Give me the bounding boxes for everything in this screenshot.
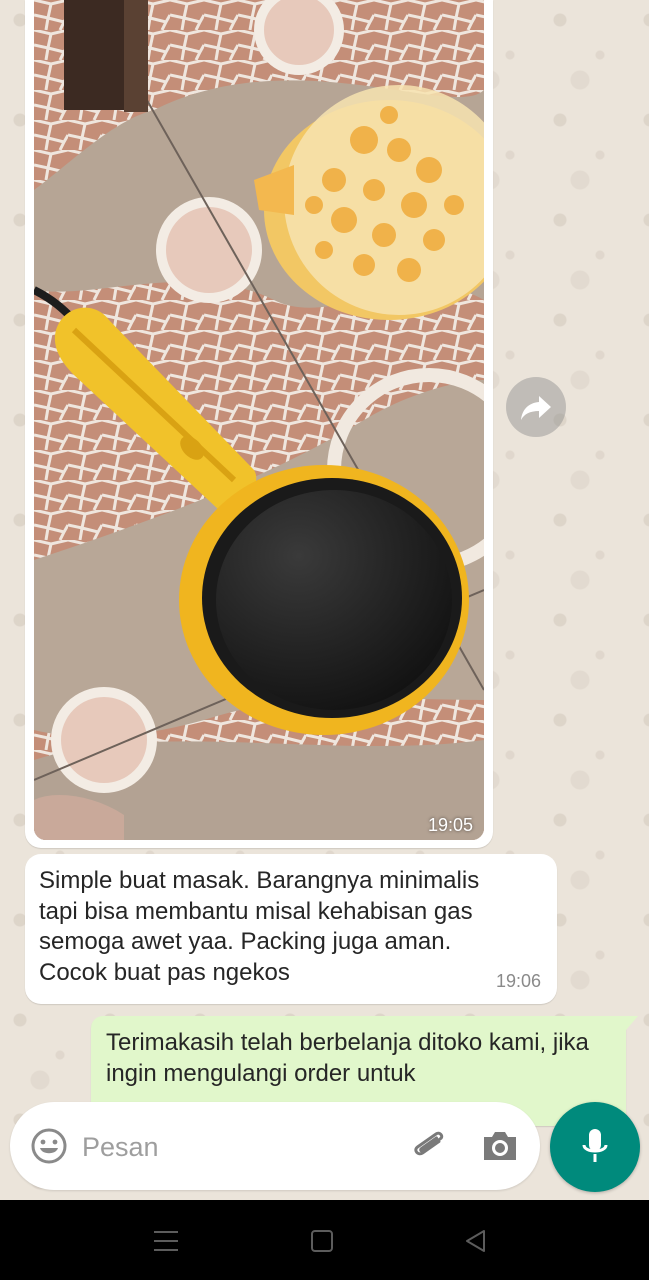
system-navigation-bar <box>0 1200 649 1280</box>
attach-icon <box>414 1131 444 1156</box>
frying-pan-photo <box>34 0 484 840</box>
forward-arrow-icon <box>521 396 551 420</box>
back-button[interactable] <box>462 1228 490 1254</box>
incoming-message-bubble[interactable]: Simple buat masak. Barangnya minimalis t… <box>25 854 557 1004</box>
attach-button[interactable] <box>410 1126 450 1166</box>
mic-icon <box>582 1129 608 1162</box>
incoming-message-text: Simple buat masak. Barangnya minimalis t… <box>39 867 480 986</box>
message-composer <box>10 1102 540 1190</box>
image-message-bubble[interactable]: 19:05 <box>25 0 493 848</box>
incoming-message-timestamp: 19:06 <box>495 971 541 991</box>
voice-record-button[interactable] <box>550 1102 640 1192</box>
back-icon <box>466 1230 485 1252</box>
camera-icon <box>484 1132 516 1160</box>
recent-apps-button[interactable] <box>152 1228 180 1254</box>
image-timestamp: 19:05 <box>427 815 473 835</box>
camera-button[interactable] <box>480 1127 520 1165</box>
emoji-button[interactable] <box>30 1127 68 1165</box>
message-input[interactable] <box>80 1126 404 1168</box>
menu-icon <box>154 1231 178 1251</box>
forward-button[interactable] <box>506 377 566 437</box>
emoji-icon <box>31 1128 67 1164</box>
home-button[interactable] <box>308 1228 336 1254</box>
product-photo[interactable] <box>34 0 484 840</box>
home-icon <box>311 1230 333 1252</box>
outgoing-message-text: Terimakasih telah berbelanja ditoko kami… <box>106 1029 589 1087</box>
